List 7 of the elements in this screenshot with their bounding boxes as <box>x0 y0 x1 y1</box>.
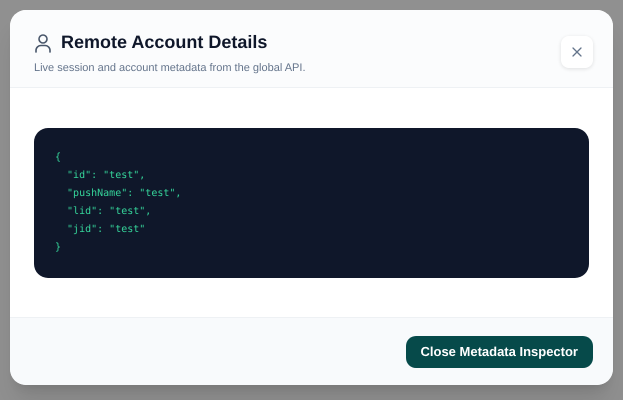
close-icon <box>572 47 582 57</box>
code-block: { "id": "test", "pushName": "test", "lid": "test", "jid": "test" } <box>34 128 589 278</box>
user-icon <box>34 32 52 52</box>
dialog-subtitle: Live session and account metadata from the global API. <box>34 61 306 76</box>
close-inspector-button[interactable]: Close Metadata Inspector <box>406 336 593 368</box>
dialog-title: Remote Account Details <box>61 31 268 54</box>
close-button[interactable] <box>561 36 593 68</box>
